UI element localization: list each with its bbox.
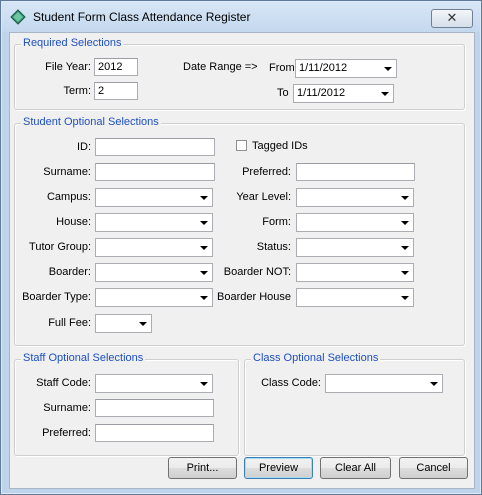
year-level-dropdown[interactable] <box>296 188 414 207</box>
chevron-down-icon[interactable] <box>396 215 412 230</box>
form-dropdown[interactable] <box>296 213 414 232</box>
print-button[interactable]: Print... <box>168 457 237 479</box>
chevron-down-icon[interactable] <box>195 240 211 255</box>
required-selections-group: Required Selections File Year: 2012 Term… <box>14 37 465 110</box>
tutor-group-label: Tutor Group: <box>29 241 91 253</box>
staff-surname-input[interactable] <box>95 399 214 417</box>
surname-label: Surname: <box>43 166 91 178</box>
title-bar: Student Form Class Attendance Register ✕ <box>2 2 480 32</box>
from-label: From <box>269 62 295 74</box>
file-year-input[interactable]: 2012 <box>94 58 138 76</box>
campus-label: Campus: <box>46 191 91 203</box>
form-label: Form: <box>262 216 291 228</box>
staff-code-label: Staff Code: <box>36 377 91 389</box>
house-dropdown[interactable] <box>95 213 213 232</box>
house-label: House: <box>56 216 91 228</box>
chevron-down-icon[interactable] <box>396 265 412 280</box>
id-input[interactable] <box>95 138 215 156</box>
staff-code-dropdown[interactable] <box>95 374 213 393</box>
preview-button[interactable]: Preview <box>244 457 313 479</box>
full-fee-label: Full Fee: <box>48 317 91 329</box>
boarder-not-dropdown[interactable] <box>296 263 414 282</box>
to-date-picker[interactable]: 1/11/2012 <box>293 84 394 103</box>
class-optional-selections-title: Class Optional Selections <box>251 352 381 364</box>
chevron-down-icon[interactable] <box>134 316 150 331</box>
staff-optional-selections-group: Staff Optional Selections Staff Code: Su… <box>14 352 239 456</box>
chevron-down-icon[interactable] <box>396 240 412 255</box>
from-date-value: 1/11/2012 <box>299 62 348 74</box>
tagged-ids-label: Tagged IDs <box>252 140 308 152</box>
status-label: Status: <box>256 241 291 253</box>
boarder-type-dropdown[interactable] <box>95 288 213 307</box>
boarder-house-label: Boarder House <box>217 291 291 303</box>
from-date-picker[interactable]: 1/11/2012 <box>295 59 397 78</box>
chevron-down-icon[interactable] <box>396 290 412 305</box>
boarder-house-dropdown[interactable] <box>296 288 414 307</box>
boarder-label: Boarder: <box>48 266 91 278</box>
form-client-area: Required Selections File Year: 2012 Term… <box>9 32 475 489</box>
app-window: Student Form Class Attendance Register ✕… <box>0 0 482 495</box>
staff-optional-selections-title: Staff Optional Selections <box>21 352 146 364</box>
staff-preferred-label: Preferred: <box>42 427 91 439</box>
required-selections-title: Required Selections <box>21 37 124 49</box>
app-diamond-icon <box>10 9 26 25</box>
status-dropdown[interactable] <box>296 238 414 257</box>
cancel-button[interactable]: Cancel <box>399 457 468 479</box>
boarder-type-label: Boarder Type: <box>22 291 91 303</box>
chevron-down-icon[interactable] <box>195 376 211 391</box>
tutor-group-dropdown[interactable] <box>95 238 213 257</box>
year-level-label: Year Level: <box>236 191 291 203</box>
full-fee-dropdown[interactable] <box>95 314 152 333</box>
clear-all-button[interactable]: Clear All <box>320 457 391 479</box>
close-button[interactable]: ✕ <box>431 9 473 28</box>
staff-surname-label: Surname: <box>43 402 91 414</box>
term-input[interactable]: 2 <box>94 82 138 100</box>
student-optional-selections-title: Student Optional Selections <box>21 116 161 128</box>
to-label: To <box>277 87 289 99</box>
file-year-label: File Year: <box>45 61 91 73</box>
window-title: Student Form Class Attendance Register <box>33 10 251 24</box>
to-date-value: 1/11/2012 <box>297 87 346 99</box>
chevron-down-icon[interactable] <box>195 290 211 305</box>
chevron-down-icon[interactable] <box>425 376 441 391</box>
chevron-down-icon[interactable] <box>195 190 211 205</box>
tagged-ids-checkbox[interactable] <box>236 140 247 151</box>
chevron-down-icon[interactable] <box>376 86 392 101</box>
student-optional-selections-group: Student Optional Selections ID: Tagged I… <box>14 116 465 346</box>
chevron-down-icon[interactable] <box>195 215 211 230</box>
surname-input[interactable] <box>95 163 215 181</box>
boarder-not-label: Boarder NOT: <box>223 266 291 278</box>
preferred-label: Preferred: <box>242 166 291 178</box>
chevron-down-icon[interactable] <box>379 61 395 76</box>
class-code-label: Class Code: <box>261 377 321 389</box>
preferred-input[interactable] <box>296 163 415 181</box>
chevron-down-icon[interactable] <box>195 265 211 280</box>
class-code-dropdown[interactable] <box>325 374 443 393</box>
chevron-down-icon[interactable] <box>396 190 412 205</box>
class-optional-selections-group: Class Optional Selections Class Code: <box>244 352 465 456</box>
id-label: ID: <box>76 141 91 153</box>
boarder-dropdown[interactable] <box>95 263 213 282</box>
staff-preferred-input[interactable] <box>95 424 214 442</box>
campus-dropdown[interactable] <box>95 188 213 207</box>
term-label: Term: <box>63 85 92 97</box>
date-range-label: Date Range => <box>183 61 258 73</box>
